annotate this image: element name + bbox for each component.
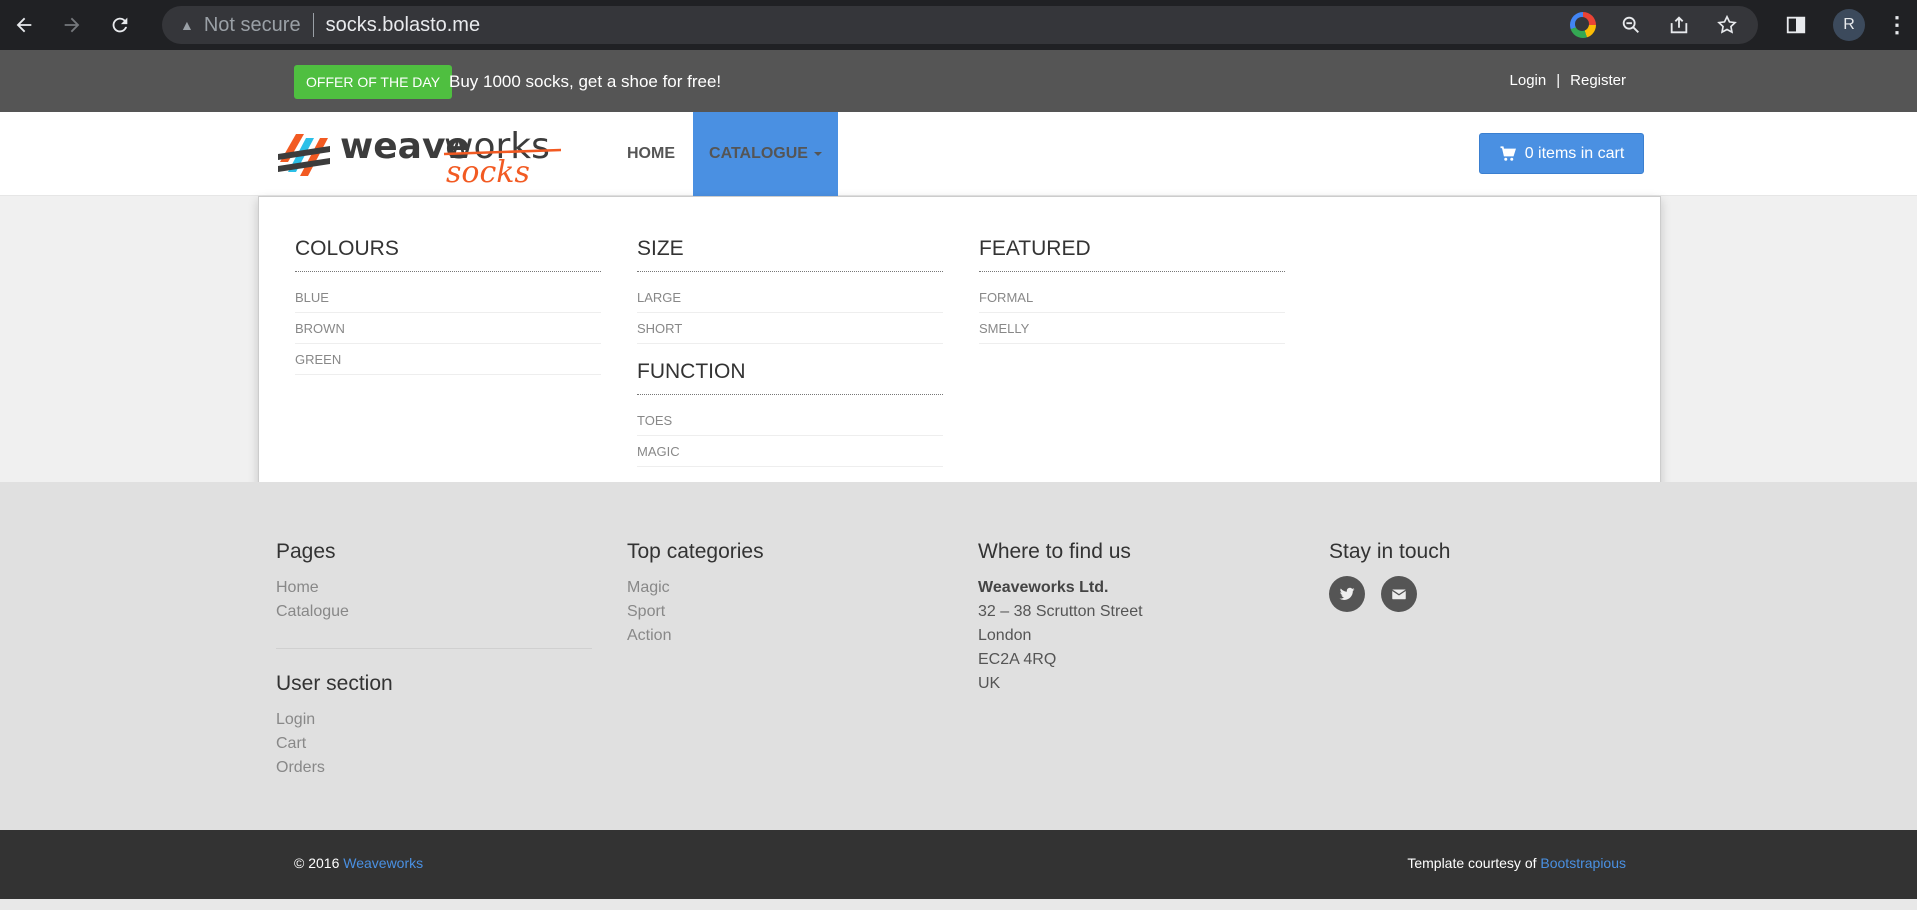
nav-catalogue[interactable]: CATALOGUE bbox=[693, 112, 838, 196]
address-bar[interactable]: ▲ Not secure socks.bolasto.me bbox=[162, 6, 1758, 44]
footer-heading-find-us: Where to find us bbox=[978, 540, 1131, 563]
menu-item-magic[interactable]: MAGIC bbox=[637, 436, 943, 467]
address-line: EC2A 4RQ bbox=[978, 651, 1057, 668]
login-link[interactable]: Login bbox=[1510, 72, 1547, 89]
cart-button[interactable]: 0 items in cart bbox=[1479, 133, 1644, 174]
profile-avatar[interactable]: R bbox=[1833, 9, 1865, 41]
address-divider bbox=[312, 13, 314, 37]
cart-label: 0 items in cart bbox=[1524, 144, 1625, 162]
template-credit-text: Template courtesy of bbox=[1407, 855, 1541, 871]
menu-item-large[interactable]: LARGE bbox=[637, 282, 943, 313]
menu-item-smelly[interactable]: SMELLY bbox=[979, 313, 1285, 344]
offer-bar: OFFER OF THE DAY Buy 1000 socks, get a s… bbox=[0, 50, 1917, 112]
copyright-right: Template courtesy of Bootstrapious bbox=[1407, 855, 1626, 871]
side-panel-icon[interactable] bbox=[1771, 14, 1821, 36]
footer-link-cart[interactable]: Cart bbox=[276, 732, 393, 756]
copyright-left: © 2016 Weaveworks bbox=[294, 855, 423, 871]
twitter-icon[interactable] bbox=[1329, 576, 1365, 612]
footer-link-sport[interactable]: Sport bbox=[627, 600, 764, 624]
copyright-text: © 2016 bbox=[294, 855, 344, 871]
footer-link-action[interactable]: Action bbox=[627, 624, 764, 648]
share-icon[interactable] bbox=[1666, 12, 1692, 38]
menu-item-brown[interactable]: BROWN bbox=[295, 313, 601, 344]
zoom-icon[interactable] bbox=[1618, 12, 1644, 38]
menu-heading-featured: FEATURED bbox=[979, 237, 1285, 272]
footer-user-section: User section Login Cart Orders bbox=[276, 672, 393, 780]
menu-item-short[interactable]: SHORT bbox=[637, 313, 943, 344]
menu-item-toes[interactable]: TOES bbox=[637, 405, 943, 436]
menu-size: SIZE LARGE SHORT bbox=[637, 237, 943, 344]
link-separator: | bbox=[1556, 72, 1561, 89]
address-block: Weaveworks Ltd. 32 – 38 Scrutton Street … bbox=[978, 576, 1143, 696]
google-lens-icon[interactable] bbox=[1570, 12, 1596, 38]
footer-divider bbox=[276, 648, 592, 649]
bootstrapious-link[interactable]: Bootstrapious bbox=[1540, 855, 1626, 871]
menu-heading-function: FUNCTION bbox=[637, 360, 943, 395]
offer-text: Buy 1000 socks, get a shoe for free! bbox=[449, 72, 722, 91]
footer-link-catalogue[interactable]: Catalogue bbox=[276, 600, 349, 624]
address-line: 32 – 38 Scrutton Street bbox=[978, 603, 1143, 620]
menu-featured: FEATURED FORMAL SMELLY bbox=[979, 237, 1285, 344]
footer-link-orders[interactable]: Orders bbox=[276, 756, 393, 780]
reload-icon bbox=[112, 17, 128, 33]
footer-link-home[interactable]: Home bbox=[276, 576, 349, 600]
company-name: Weaveworks Ltd. bbox=[978, 579, 1109, 596]
browser-toolbar: ▲ Not secure socks.bolasto.me R ⋮ bbox=[0, 0, 1917, 50]
security-label: Not secure bbox=[203, 13, 301, 36]
page-bottom-strip bbox=[0, 899, 1917, 910]
footer-heading-top-categories: Top categories bbox=[627, 540, 764, 563]
weaveworks-socks-logo[interactable]: weave works socks bbox=[276, 124, 562, 190]
browser-menu-icon[interactable]: ⋮ bbox=[1877, 12, 1917, 38]
menu-colours: COLOURS BLUE BROWN GREEN bbox=[295, 237, 601, 375]
footer-stay-in-touch: Stay in touch bbox=[1329, 540, 1450, 612]
menu-function: FUNCTION TOES MAGIC bbox=[637, 360, 943, 467]
offer-badge[interactable]: OFFER OF THE DAY bbox=[294, 65, 453, 99]
url-text: socks.bolasto.me bbox=[325, 13, 481, 36]
weaveworks-link[interactable]: Weaveworks bbox=[343, 855, 423, 871]
menu-heading-size: SIZE bbox=[637, 237, 943, 272]
warning-icon: ▲ bbox=[180, 17, 194, 33]
register-link[interactable]: Register bbox=[1570, 72, 1626, 89]
footer-heading-stay-in-touch: Stay in touch bbox=[1329, 540, 1451, 563]
site-footer: Pages Home Catalogue User section Login … bbox=[0, 482, 1917, 830]
footer-pages: Pages Home Catalogue bbox=[276, 540, 349, 624]
footer-find-us: Where to find us Weaveworks Ltd. 32 – 38… bbox=[978, 540, 1143, 696]
reload-button[interactable] bbox=[96, 0, 144, 50]
menu-item-formal[interactable]: FORMAL bbox=[979, 282, 1285, 313]
copyright-bar: © 2016 Weaveworks Template courtesy of B… bbox=[0, 830, 1917, 899]
main-navbar: weave works socks HOME CATALOGUE 0 items… bbox=[0, 112, 1917, 196]
catalogue-dropdown: COLOURS BLUE BROWN GREEN SIZE LARGE SHOR… bbox=[258, 196, 1661, 502]
arrow-left-icon bbox=[16, 17, 32, 33]
arrow-right-icon bbox=[64, 17, 80, 33]
forward-button[interactable] bbox=[48, 0, 96, 50]
menu-heading-colours: COLOURS bbox=[295, 237, 601, 272]
address-line: UK bbox=[978, 675, 1001, 692]
envelope-icon[interactable] bbox=[1381, 576, 1417, 612]
menu-item-blue[interactable]: BLUE bbox=[295, 282, 601, 313]
footer-link-login[interactable]: Login bbox=[276, 708, 393, 732]
svg-text:socks: socks bbox=[446, 155, 530, 186]
footer-heading-user-section: User section bbox=[276, 672, 393, 695]
nav-catalogue-label: CATALOGUE bbox=[709, 145, 808, 162]
footer-link-magic[interactable]: Magic bbox=[627, 576, 764, 600]
address-line: London bbox=[978, 627, 1032, 644]
footer-heading-pages: Pages bbox=[276, 540, 336, 563]
menu-item-green[interactable]: GREEN bbox=[295, 344, 601, 375]
bookmark-star-icon[interactable] bbox=[1714, 12, 1740, 38]
footer-top-categories: Top categories Magic Sport Action bbox=[627, 540, 764, 648]
back-button[interactable] bbox=[0, 0, 48, 50]
caret-down-icon bbox=[813, 151, 822, 156]
shopping-cart-icon bbox=[1500, 145, 1516, 161]
nav-home[interactable]: HOME bbox=[612, 112, 690, 196]
